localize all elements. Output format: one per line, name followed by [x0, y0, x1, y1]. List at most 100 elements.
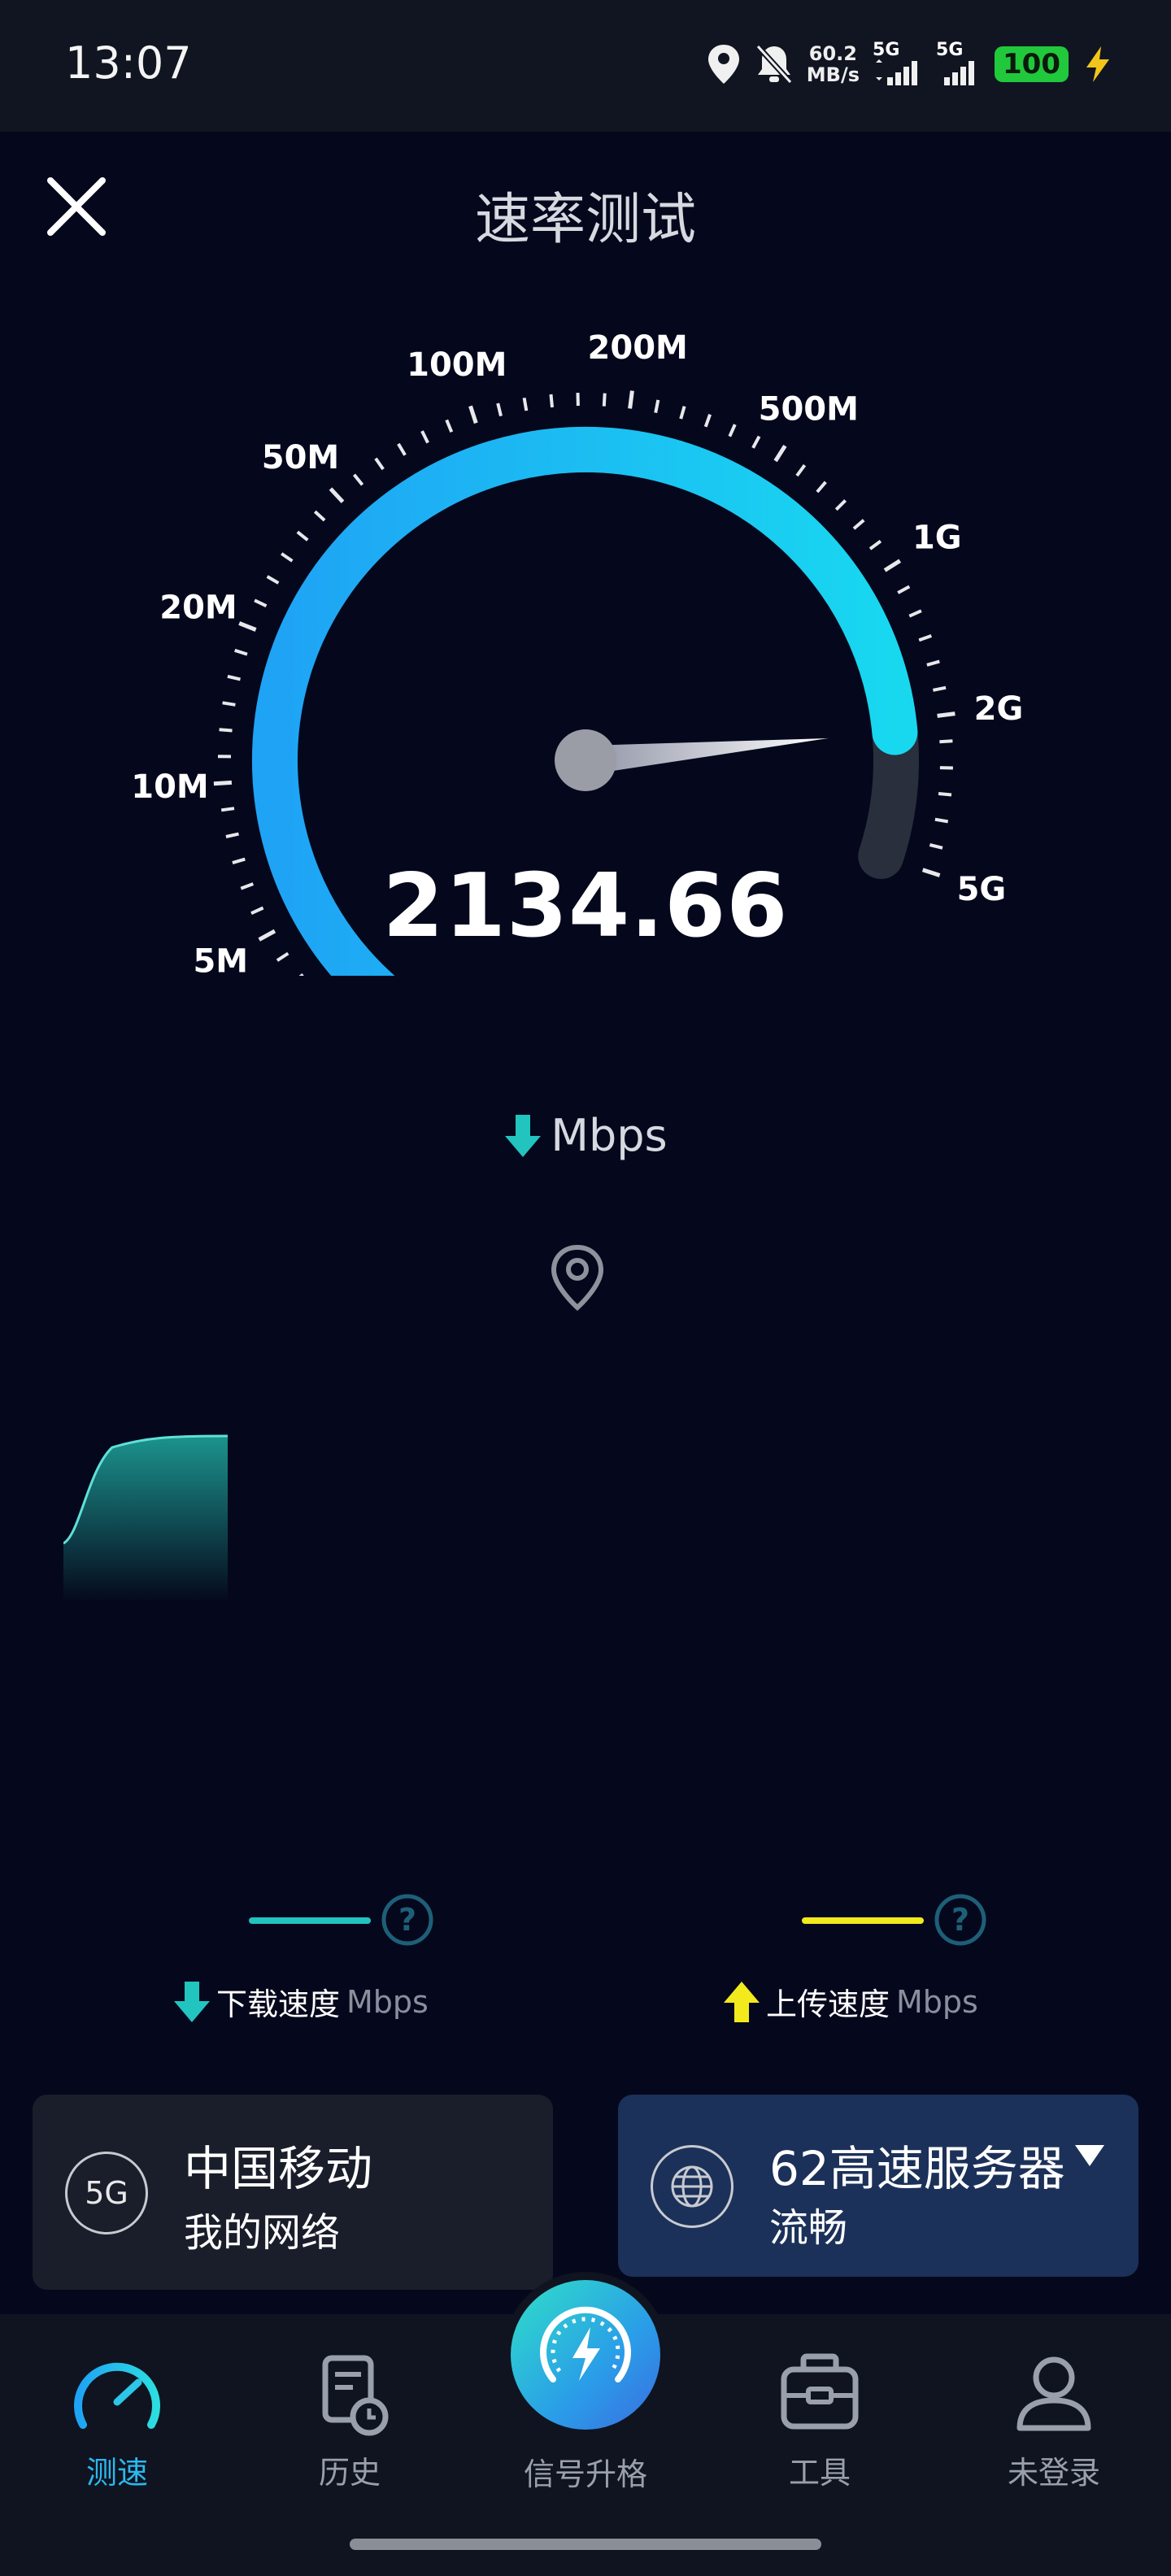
net-speed-value: 60.2: [808, 42, 857, 65]
download-legend-line: [249, 1917, 371, 1924]
sim2-signal: 5G: [936, 41, 982, 87]
nav-label-signal-boost[interactable]: 信号升格: [455, 2449, 716, 2494]
mute-bell-icon: [755, 44, 793, 85]
gauge-tick: [329, 487, 345, 503]
gauge-scale-label: 50M: [262, 439, 339, 476]
gauge-tick: [266, 575, 280, 585]
network-subtitle: 我的网络: [184, 2210, 341, 2256]
gauge-scale-label: 10M: [131, 768, 208, 806]
question-icon: ?: [934, 1894, 986, 1946]
battery-icon: 100: [995, 46, 1069, 82]
download-legend-label: 下载速度 Mbps: [174, 1979, 429, 2024]
gauge-tick: [654, 399, 660, 413]
charging-icon: [1086, 46, 1109, 82]
home-indicator[interactable]: [350, 2539, 821, 2550]
gauge-tick: [496, 402, 503, 417]
location-button[interactable]: [546, 1242, 608, 1312]
svg-text:?: ?: [951, 1902, 969, 1938]
download-unit: Mbps: [346, 1983, 429, 2020]
gauge-tick: [852, 519, 865, 530]
gauge-tick: [934, 817, 949, 824]
gauge-tick: [238, 621, 257, 632]
gauge-tick: [296, 530, 309, 542]
unit-row: Mbps: [0, 1110, 1171, 1161]
location-icon: [707, 45, 739, 84]
server-selector[interactable]: 62高速服务器 流畅: [618, 2095, 1138, 2277]
gauge-tick: [703, 414, 712, 428]
gauge-scale-label: 2G: [974, 690, 1024, 728]
gauge-tick: [751, 435, 761, 449]
status-bar: 13:07 60.2 MB/s 5G 5G 100: [0, 0, 1171, 132]
arrow-up-icon: [724, 1981, 760, 2022]
gauge-tick: [795, 463, 807, 477]
network-speed-indicator: 60.2 MB/s: [807, 43, 860, 85]
gauge-tick: [227, 674, 241, 681]
gauge-tick: [933, 685, 947, 692]
download-legend: ? 下载速度 Mbps: [155, 1888, 642, 2022]
nav-item-history[interactable]: 历史: [260, 2350, 439, 2504]
question-icon: ?: [381, 1894, 433, 1946]
server-icon-badge: [651, 2145, 734, 2228]
gauge-needle: [584, 738, 829, 775]
speedometer-icon: [74, 2362, 160, 2429]
gauge-tick: [234, 648, 248, 656]
arrow-down-icon: [174, 1981, 210, 2022]
signal-boost-icon: [540, 2306, 631, 2382]
gauge-tick: [926, 659, 940, 667]
gauge-tick: [938, 792, 952, 797]
speed-unit: Mbps: [551, 1110, 668, 1161]
gauge-scale-label: 200M: [588, 329, 688, 367]
gauge-tick: [834, 498, 847, 511]
sim1-label: 5G: [873, 40, 900, 60]
gauge-tick: [420, 430, 429, 444]
download-label: 下载速度: [216, 1986, 341, 2022]
svg-text:?: ?: [398, 1902, 416, 1938]
gauge-tick: [397, 442, 407, 456]
gauge-tick: [445, 419, 454, 433]
sim2-label: 5G: [936, 40, 964, 60]
user-icon: [1016, 2356, 1091, 2431]
gauge-tick: [939, 739, 953, 744]
gauge-tick: [908, 609, 922, 618]
gauge-tick: [468, 405, 478, 424]
gauge-tick: [298, 973, 304, 976]
gauge-tick: [897, 585, 911, 594]
triangle-down-icon: [1075, 2145, 1104, 2166]
nav-label-speed-test: 测速: [85, 2455, 148, 2491]
gauge-tick: [313, 510, 326, 522]
toolbox-icon: [781, 2353, 859, 2430]
gauge-scale-label: 500M: [759, 391, 859, 429]
gauge-tick: [254, 598, 268, 608]
signal-icon: [876, 59, 918, 85]
status-time: 13:07: [65, 37, 192, 89]
gauge-scale-label: 1G: [912, 520, 962, 557]
gauge-tick: [374, 457, 385, 471]
signal-boost-button[interactable]: [503, 2272, 668, 2438]
gauge-tick: [549, 394, 554, 408]
network-card[interactable]: 5G 中国移动 我的网络: [33, 2095, 553, 2290]
status-icons: 60.2 MB/s 5G 5G 100: [706, 36, 1114, 93]
map-pin-icon: [551, 1244, 604, 1312]
gauge-tick: [628, 390, 634, 409]
nav-label-account: 未登录: [1007, 2455, 1100, 2491]
gauge-tick: [352, 473, 364, 486]
server-name: 62高速服务器: [769, 2141, 1065, 2196]
upload-legend: ? 上传速度 Mbps: [707, 1888, 1171, 2022]
nav-label-tools: 工具: [788, 2455, 851, 2491]
gauge-tick: [883, 559, 902, 572]
speed-history-graph: [63, 1434, 229, 1602]
upload-help-button[interactable]: ?: [934, 1893, 987, 1947]
nav-item-speed-test[interactable]: 测速: [28, 2350, 207, 2504]
nav-item-account[interactable]: 未登录: [964, 2350, 1143, 2504]
nav-label-history: 历史: [318, 2455, 381, 2491]
carrier-name: 中国移动: [184, 2141, 373, 2196]
gauge-tick: [773, 444, 787, 463]
gauge-tick: [929, 843, 943, 850]
gauge-tick: [219, 728, 233, 733]
nav-item-tools[interactable]: 工具: [730, 2350, 909, 2504]
download-help-button[interactable]: ?: [381, 1893, 434, 1947]
gauge-tick: [679, 406, 686, 420]
gauge-tick: [225, 832, 239, 838]
sim1-signal: 5G: [873, 41, 923, 87]
upload-label: 上传速度: [766, 1986, 890, 2022]
